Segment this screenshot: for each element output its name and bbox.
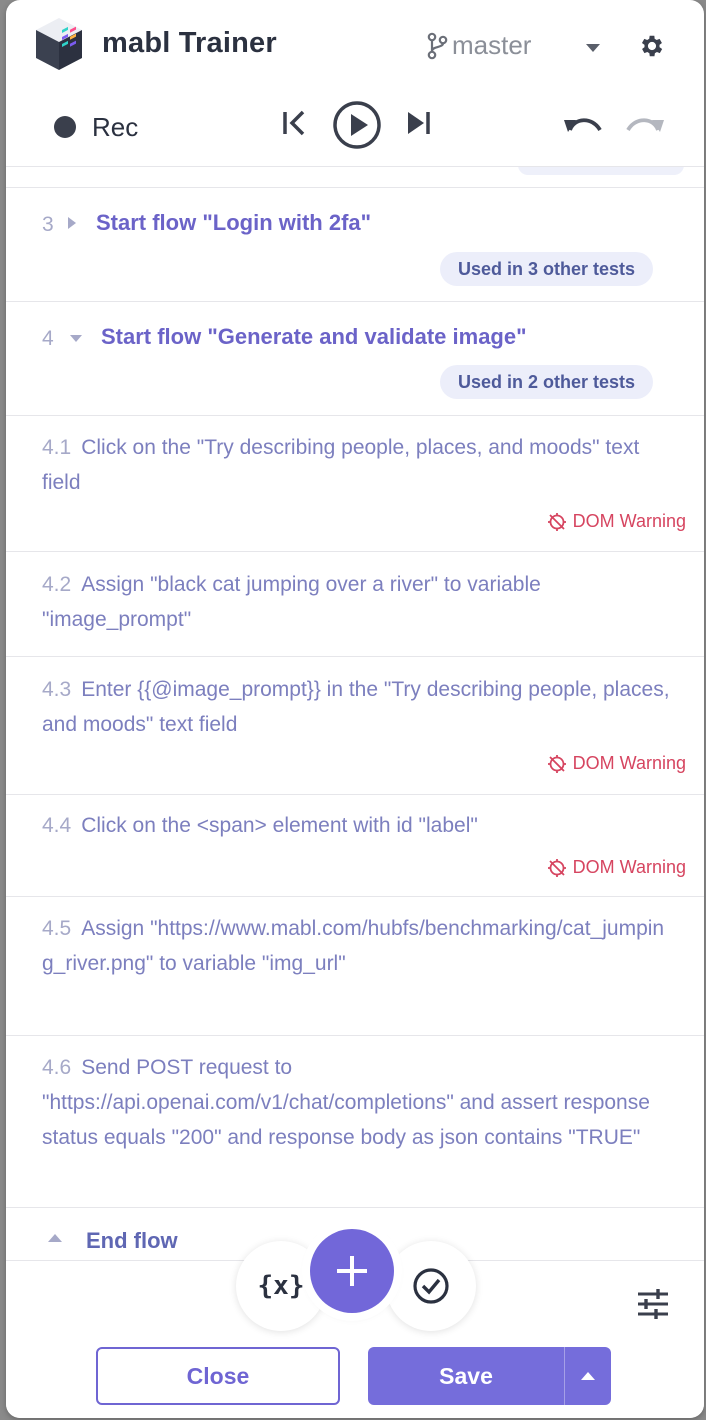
- record-label[interactable]: Rec: [92, 112, 138, 143]
- variables-label: {x}: [257, 1271, 305, 1301]
- git-branch-icon: [427, 32, 448, 59]
- step-row[interactable]: 4.4 Click on the <span> element with id "…: [6, 795, 704, 897]
- step-description: Assign "black cat jumping over a river" …: [42, 573, 541, 631]
- step-text: 4.4 Click on the <span> element with id "…: [42, 808, 672, 843]
- footer: {x} Close Save: [6, 1229, 704, 1418]
- step-number: 4.2: [42, 573, 72, 596]
- dom-warning-icon: [547, 858, 566, 877]
- undo-icon: [564, 118, 602, 132]
- step-row[interactable]: 3 Start flow "Login with 2fa" Used in 3 …: [6, 187, 704, 302]
- step-forward-icon: [408, 112, 430, 134]
- add-step-button[interactable]: [310, 1229, 394, 1313]
- redo-icon: [626, 118, 664, 132]
- step-row[interactable]: 4.2 Assign "black cat jumping over a rive…: [6, 552, 704, 657]
- step-description: Enter {{@image_prompt}} in the "Try desc…: [42, 678, 670, 736]
- record-icon[interactable]: [54, 116, 76, 138]
- dom-warning[interactable]: DOM Warning: [547, 857, 686, 878]
- dom-warning-icon: [547, 512, 566, 531]
- step-row[interactable]: 4.5 Assign "https://www.mabl.com/hubfs/be…: [6, 897, 704, 1036]
- step-row[interactable]: 4.6 Send POST request to "https://api.ope…: [6, 1036, 704, 1208]
- step-number: 4: [42, 327, 54, 350]
- chevron-down-icon[interactable]: [70, 335, 82, 342]
- app-title: mabl Trainer: [102, 27, 277, 59]
- flow-title: Start flow "Generate and validate image": [101, 324, 527, 349]
- usage-badge[interactable]: Used in 3 other tests: [440, 252, 654, 286]
- dom-warning-label: DOM Warning: [572, 857, 686, 877]
- chevron-down-icon[interactable]: [586, 44, 600, 52]
- flow-title: End flow: [86, 1228, 178, 1253]
- step-text: 4.2 Assign "black cat jumping over a rive…: [42, 567, 672, 637]
- mabl-logo-icon: [36, 18, 82, 70]
- chevron-up-icon: [581, 1372, 595, 1380]
- chevron-right-icon[interactable]: [68, 217, 76, 229]
- flow-title: Start flow "Login with 2fa": [96, 210, 372, 235]
- close-button[interactable]: Close: [96, 1347, 340, 1405]
- step-text: 4.6 Send POST request to "https://api.ope…: [42, 1050, 672, 1155]
- usage-badge[interactable]: Used in 2 other tests: [440, 365, 654, 399]
- trainer-window: mabl Trainer master Rec 3 Start flow "Lo…: [6, 0, 704, 1418]
- step-number: 4.6: [42, 1056, 72, 1079]
- sliders-icon[interactable]: [636, 1287, 670, 1321]
- step-description: Send POST request to "https://api.openai…: [42, 1056, 650, 1149]
- assert-button[interactable]: [386, 1241, 476, 1331]
- step-number: 4.1: [42, 436, 72, 459]
- check-circle-icon: [413, 1268, 449, 1304]
- play-button[interactable]: [332, 100, 382, 150]
- step-text: 4.3 Enter {{@image_prompt}} in the "Try d…: [42, 672, 672, 742]
- save-button[interactable]: Save: [368, 1347, 564, 1405]
- branch-selector[interactable]: master: [426, 30, 531, 61]
- header: mabl Trainer master: [6, 0, 704, 90]
- step-row[interactable]: 4.1 Click on the "Try describing people, …: [6, 416, 704, 552]
- dom-warning-label: DOM Warning: [572, 753, 686, 773]
- step-row[interactable]: 4.3 Enter {{@image_prompt}} in the "Try d…: [6, 657, 704, 795]
- dom-warning[interactable]: DOM Warning: [547, 511, 686, 532]
- skip-back-button[interactable]: [280, 108, 310, 138]
- step-text: 4.5 Assign "https://www.mabl.com/hubfs/be…: [42, 911, 672, 981]
- undo-button[interactable]: [562, 110, 604, 140]
- step-forward-button[interactable]: [404, 108, 434, 138]
- step-number: 3: [42, 213, 54, 236]
- step-description: Click on the "Try describing people, pla…: [42, 436, 640, 494]
- step-row[interactable]: 4 Start flow "Generate and validate imag…: [6, 302, 704, 416]
- step-description: Click on the <span> element with id "lab…: [81, 814, 478, 837]
- steps-list[interactable]: 3 Start flow "Login with 2fa" Used in 3 …: [6, 166, 704, 1260]
- plus-icon: [337, 1256, 367, 1286]
- chevron-up-icon[interactable]: [48, 1234, 62, 1242]
- redo-button[interactable]: [624, 110, 666, 140]
- dom-warning-icon: [547, 754, 566, 773]
- gear-icon[interactable]: [638, 32, 666, 60]
- dom-warning-label: DOM Warning: [572, 511, 686, 531]
- play-icon: [333, 101, 381, 149]
- step-description: Assign "https://www.mabl.com/hubfs/bench…: [42, 917, 665, 975]
- step-number: 4.4: [42, 814, 72, 837]
- partially-visible-badge: [518, 167, 684, 175]
- dom-warning[interactable]: DOM Warning: [547, 753, 686, 774]
- step-number: 4.3: [42, 678, 72, 701]
- step-number: 4.5: [42, 917, 72, 940]
- branch-name: master: [452, 30, 532, 60]
- save-options-button[interactable]: [564, 1347, 611, 1405]
- skip-back-icon: [283, 110, 305, 136]
- step-text: 4.1 Click on the "Try describing people, …: [42, 430, 672, 500]
- recording-controls: Rec: [6, 96, 704, 162]
